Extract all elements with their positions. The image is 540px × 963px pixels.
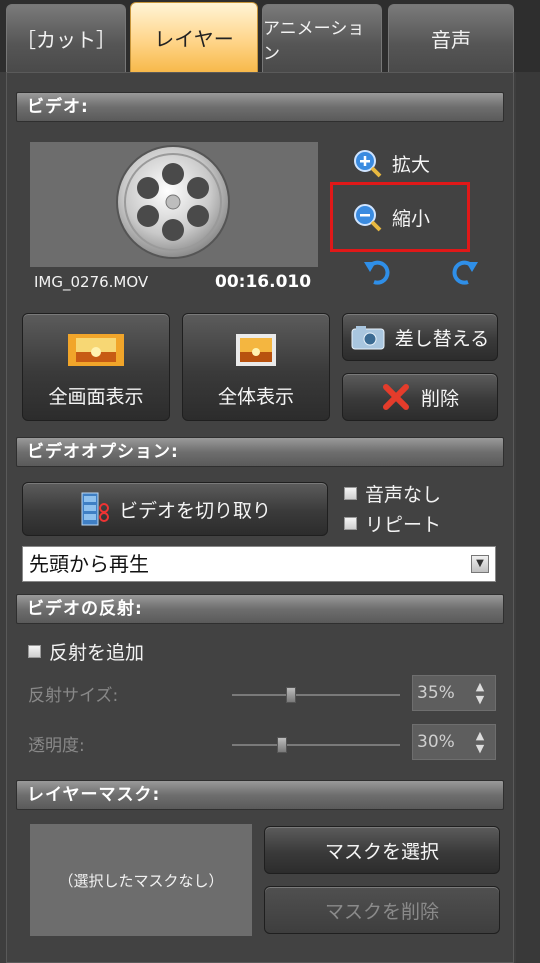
add-reflection-option[interactable]: 反射を追加: [28, 638, 144, 665]
play-mode-value: 先頭から再生: [29, 552, 149, 576]
select-mask-label: マスクを選択: [324, 840, 439, 863]
fit-label: 全体表示: [217, 385, 294, 408]
opacity-label: 透明度:: [28, 736, 85, 756]
chevron-down-icon[interactable]: ▼: [476, 694, 484, 705]
replace-label: 差し替える: [394, 327, 490, 350]
trim-scissors-icon: [81, 492, 109, 526]
add-reflection-label: 反射を追加: [49, 642, 145, 664]
tab-cut[interactable]: ［カット］: [6, 4, 126, 72]
opacity-thumb[interactable]: [277, 737, 288, 753]
redo-icon: [452, 260, 478, 285]
reflection-size-thumb[interactable]: [285, 687, 296, 703]
zoom-in-icon: [354, 150, 382, 178]
section-video: ビデオ:: [16, 92, 504, 122]
chevron-down-icon[interactable]: ▼: [476, 743, 484, 754]
tab-layer[interactable]: レイヤー: [130, 2, 258, 72]
video-preview[interactable]: [30, 142, 318, 267]
chevron-up-icon[interactable]: ▲: [476, 681, 484, 692]
video-duration: 00:16.010: [215, 272, 312, 292]
delete-mask-button[interactable]: マスクを削除: [264, 886, 500, 934]
camera-icon: [351, 326, 385, 350]
tab-audio-label: 音声: [431, 28, 471, 52]
section-reflection: ビデオの反射:: [16, 594, 504, 624]
fullscreen-button[interactable]: 全画面表示: [22, 313, 170, 421]
zoom-in-button[interactable]: 拡大: [352, 148, 430, 178]
mask-preview: （選択したマスクなし）: [30, 824, 252, 936]
play-mode-select[interactable]: 先頭から再生 ▼: [22, 546, 496, 582]
delete-x-icon: [382, 384, 409, 410]
section-video-options: ビデオオプション:: [16, 437, 504, 467]
spin-arrows[interactable]: ▲ ▼: [465, 676, 495, 710]
trim-video-button[interactable]: ビデオを切り取り: [22, 482, 328, 536]
chevron-up-icon[interactable]: ▲: [476, 730, 484, 741]
select-mask-button[interactable]: マスクを選択: [264, 826, 500, 874]
opacity-value: 30%: [417, 732, 455, 752]
repeat-checkbox[interactable]: [344, 517, 357, 530]
tab-layer-label: レイヤー: [154, 27, 234, 51]
mute-label: 音声なし: [365, 484, 442, 506]
add-reflection-checkbox[interactable]: [28, 645, 41, 658]
trim-video-label: ビデオを切り取り: [118, 499, 271, 522]
spin-arrows[interactable]: ▲ ▼: [465, 725, 495, 759]
reflection-size-label: 反射サイズ:: [28, 686, 119, 706]
fullscreen-icon: [68, 333, 124, 366]
reflection-size-value: 35%: [417, 683, 455, 703]
video-filename: IMG_0276.MOV: [34, 273, 149, 291]
section-layer-mask: レイヤーマスク:: [16, 780, 504, 810]
zoom-in-label: 拡大: [392, 153, 431, 176]
reflection-size-spinbox[interactable]: 35% ▲ ▼: [412, 675, 496, 711]
replace-button[interactable]: 差し替える: [342, 313, 498, 361]
opacity-slider[interactable]: [232, 744, 400, 746]
fit-screen-icon: [236, 333, 276, 366]
tab-animation-label: アニメーション: [263, 18, 365, 64]
undo-icon: [364, 260, 390, 285]
mute-checkbox[interactable]: [344, 487, 357, 500]
tab-audio[interactable]: 音声: [388, 4, 514, 72]
highlight-box: [330, 182, 470, 252]
fullscreen-label: 全画面表示: [48, 385, 144, 408]
panel-edge: [516, 72, 540, 963]
tab-bar: ［カット］ レイヤー アニメーション 音声: [0, 0, 540, 72]
chevron-down-icon[interactable]: ▼: [471, 555, 489, 573]
delete-label: 削除: [420, 387, 459, 410]
film-reel-icon: [116, 145, 230, 259]
delete-mask-label: マスクを削除: [324, 900, 439, 923]
tab-animation[interactable]: アニメーション: [262, 4, 382, 72]
repeat-label: リピート: [365, 514, 442, 536]
undo-button[interactable]: [362, 258, 392, 290]
tab-cut-label: ［カット］: [16, 28, 116, 52]
fit-button[interactable]: 全体表示: [182, 313, 330, 421]
mask-empty-text: （選択したマスクなし）: [58, 871, 224, 890]
mute-option[interactable]: 音声なし: [344, 480, 441, 507]
reflection-size-slider[interactable]: [232, 694, 400, 696]
opacity-spinbox[interactable]: 30% ▲ ▼: [412, 724, 496, 760]
repeat-option[interactable]: リピート: [344, 510, 441, 537]
delete-button[interactable]: 削除: [342, 373, 498, 421]
redo-button[interactable]: [450, 258, 480, 290]
